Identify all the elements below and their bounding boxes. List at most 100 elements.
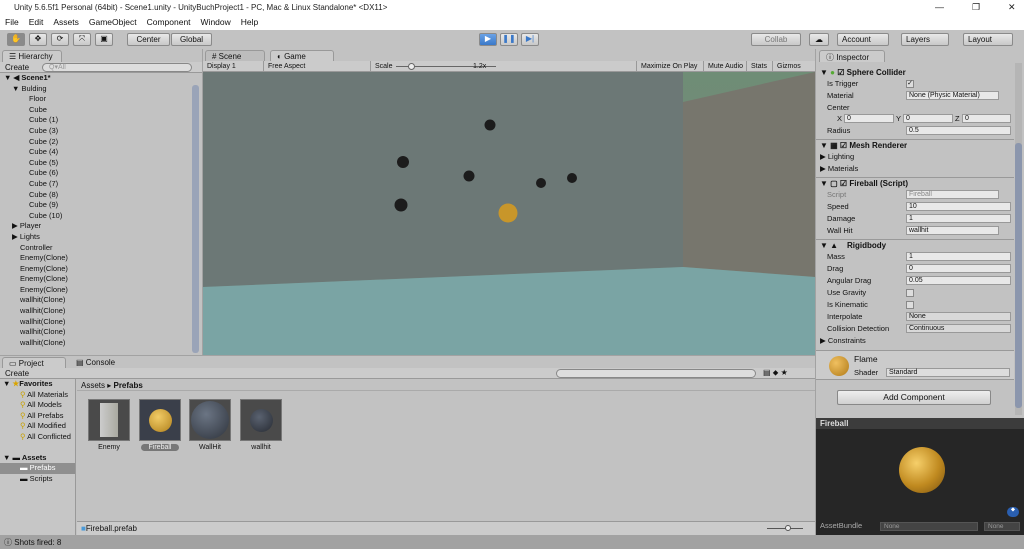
menu-file[interactable]: File — [5, 17, 19, 27]
material-field[interactable]: None (Physic Material) — [906, 91, 999, 100]
close-button[interactable]: ✕ — [1008, 2, 1016, 13]
fireball-preview[interactable] — [899, 447, 945, 493]
constraints-foldout[interactable]: ▶ Constraints — [820, 335, 866, 346]
hierarchy-item[interactable]: ▼ Bulding — [0, 84, 190, 95]
breadcrumb-assets[interactable]: Assets — [81, 381, 105, 390]
fireball-script-header[interactable]: ▼ ▢ ☑ Fireball (Script) — [816, 177, 1014, 189]
favorite-item[interactable]: ⚲ All Materials — [0, 390, 75, 401]
hierarchy-search-input[interactable]: Q▾All — [42, 63, 192, 72]
shader-dropdown[interactable]: Standard — [886, 368, 1010, 377]
rect-tool-icon[interactable]: ▣ — [95, 33, 113, 46]
layers-dropdown[interactable]: Layers — [901, 33, 949, 46]
foldout-arrow-icon[interactable]: ▶ — [12, 232, 20, 241]
is-kinematic-checkbox[interactable] — [906, 301, 914, 309]
favorite-item[interactable]: ⚲ All Models — [0, 400, 75, 411]
display-dropdown[interactable]: Display 1 — [203, 61, 263, 72]
move-tool-icon[interactable]: ✥ — [29, 33, 47, 46]
folder-prefabs[interactable]: ▬ Prefabs — [0, 463, 75, 474]
game-viewport[interactable] — [203, 72, 815, 355]
asset-wallhit[interactable]: WallHit — [189, 399, 231, 451]
hand-tool-icon[interactable]: ✋ — [7, 33, 25, 46]
hierarchy-item[interactable]: wallhit(Clone) — [0, 327, 190, 338]
maximize-button[interactable]: ❐ — [972, 2, 980, 13]
collision-detection-dropdown[interactable]: Continuous — [906, 324, 1011, 333]
hierarchy-item[interactable]: Cube (6) — [0, 168, 190, 179]
scrollbar-thumb[interactable] — [1015, 143, 1022, 408]
account-dropdown[interactable]: Account — [837, 33, 889, 46]
breadcrumb-prefabs[interactable]: Prefabs — [113, 381, 142, 390]
create-button[interactable]: Create — [5, 369, 29, 378]
create-button[interactable]: Create — [5, 63, 29, 72]
hierarchy-item[interactable]: Controller — [0, 243, 190, 254]
menu-gameobject[interactable]: GameObject — [89, 17, 137, 27]
tab-inspector[interactable]: ⓘ Inspector — [819, 50, 885, 62]
damage-field[interactable]: 1 — [906, 214, 1011, 223]
speed-field[interactable]: 10 — [906, 202, 1011, 211]
hierarchy-item[interactable]: Enemy(Clone) — [0, 264, 190, 275]
hierarchy-item[interactable]: Cube (5) — [0, 158, 190, 169]
gizmos-dropdown[interactable]: Gizmos — [772, 61, 805, 72]
menu-assets[interactable]: Assets — [53, 17, 79, 27]
favorite-item[interactable]: ⚲ All Conflicted — [0, 432, 75, 443]
hierarchy-item[interactable]: Enemy(Clone) — [0, 285, 190, 296]
mass-field[interactable]: 1 — [906, 252, 1011, 261]
scale-slider-handle[interactable] — [408, 63, 415, 70]
center-z-field[interactable]: 0 — [962, 114, 1011, 123]
hierarchy-item[interactable]: Cube (2) — [0, 137, 190, 148]
foldout-arrow-icon[interactable]: ▼ — [12, 84, 22, 93]
stats-toggle[interactable]: Stats — [746, 61, 771, 72]
mesh-renderer-header[interactable]: ▼ ▦ ☑ Mesh Renderer — [816, 139, 1014, 151]
radius-field[interactable]: 0.5 — [906, 126, 1011, 135]
drag-field[interactable]: 0 — [906, 264, 1011, 273]
aspect-dropdown[interactable]: Free Aspect — [263, 61, 370, 72]
menu-help[interactable]: Help — [241, 17, 258, 27]
favorites-foldout[interactable]: ▼ ★Favorites — [0, 379, 75, 390]
asset-fireball[interactable]: Fireball — [139, 399, 181, 451]
favorite-item[interactable]: ⚲ All Prefabs — [0, 411, 75, 422]
hierarchy-item[interactable]: ▶ Lights — [0, 232, 190, 243]
inspector-scrollbar[interactable] — [1015, 63, 1022, 415]
is-trigger-checkbox[interactable]: ✓ — [906, 80, 914, 88]
slider-handle[interactable] — [785, 525, 791, 531]
interpolate-dropdown[interactable]: None — [906, 312, 1011, 321]
hierarchy-item[interactable]: Cube (4) — [0, 147, 190, 158]
hierarchy-scrollbar[interactable] — [192, 85, 199, 353]
hierarchy-item[interactable]: Cube (1) — [0, 115, 190, 126]
scene-root[interactable]: ▼ ◀ Scene1* — [4, 73, 51, 84]
hierarchy-item[interactable]: wallhit(Clone) — [0, 317, 190, 328]
step-button[interactable]: ▶| — [521, 33, 539, 46]
collab-button[interactable]: Collab — [751, 33, 801, 46]
pause-button[interactable]: ❚❚ — [500, 33, 518, 46]
hierarchy-item[interactable]: Cube — [0, 105, 190, 116]
materials-foldout[interactable]: ▶ Materials — [820, 163, 858, 174]
minimize-button[interactable]: — — [935, 2, 944, 12]
icon-size-slider[interactable] — [767, 525, 803, 531]
scale-tool-icon[interactable]: ⤧ — [73, 33, 91, 46]
assets-foldout[interactable]: ▼ ▬ Assets — [0, 453, 75, 464]
rotate-tool-icon[interactable]: ⟳ — [51, 33, 69, 46]
menu-component[interactable]: Component — [147, 17, 191, 27]
play-button[interactable]: ▶ — [479, 33, 497, 46]
folder-scripts[interactable]: ▬ Scripts — [0, 474, 75, 485]
asset-wallhit-lower[interactable]: wallhit — [240, 399, 282, 451]
menu-edit[interactable]: Edit — [29, 17, 44, 27]
asset-bundle-dropdown[interactable]: None — [880, 522, 978, 531]
asset-enemy[interactable]: Enemy — [88, 399, 130, 451]
hierarchy-item[interactable]: Enemy(Clone) — [0, 253, 190, 264]
layout-dropdown[interactable]: Layout — [963, 33, 1013, 46]
favorite-item[interactable]: ⚲ All Modified — [0, 421, 75, 432]
hierarchy-item[interactable]: Cube (8) — [0, 190, 190, 201]
label-tag-icon[interactable]: ⬥ — [1007, 507, 1019, 517]
hierarchy-item[interactable]: wallhit(Clone) — [0, 306, 190, 317]
wall-hit-field[interactable]: wallhit — [906, 226, 999, 235]
status-message[interactable]: Shots fired: 8 — [14, 538, 61, 547]
hierarchy-item[interactable]: Cube (10) — [0, 211, 190, 222]
hierarchy-item[interactable]: Enemy(Clone) — [0, 274, 190, 285]
maximize-on-play-toggle[interactable]: Maximize On Play — [636, 61, 701, 72]
hierarchy-item[interactable]: wallhit(Clone) — [0, 295, 190, 306]
add-component-button[interactable]: Add Component — [837, 390, 991, 405]
lighting-foldout[interactable]: ▶ Lighting — [820, 151, 854, 162]
center-x-field[interactable]: 0 — [844, 114, 894, 123]
hierarchy-item[interactable]: Cube (3) — [0, 126, 190, 137]
use-gravity-checkbox[interactable] — [906, 289, 914, 297]
